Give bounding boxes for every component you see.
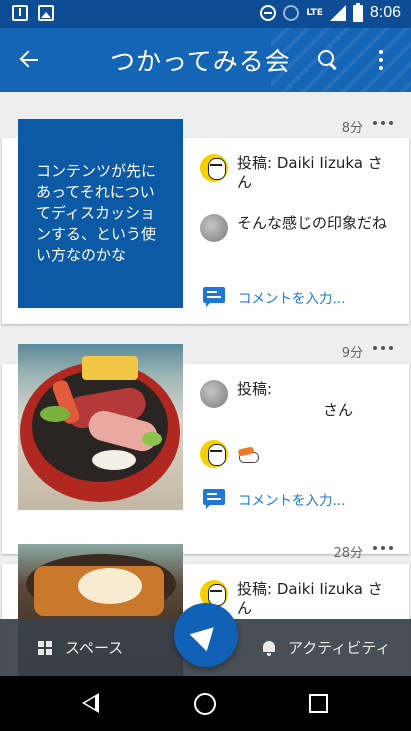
clock: 8:06: [369, 4, 401, 21]
avatar[interactable]: [200, 214, 228, 242]
comment-item: 投稿: Daiki Iizuka さん: [200, 154, 395, 192]
comment-placeholder[interactable]: コメントを入力...: [238, 489, 345, 509]
spaces-tab[interactable]: スペース: [38, 637, 123, 658]
comment-icon: [203, 489, 225, 509]
search-icon[interactable]: [316, 48, 340, 72]
post-more-icon[interactable]: [373, 346, 393, 352]
more-vert-icon[interactable]: [372, 48, 390, 72]
image-icon: [38, 5, 54, 21]
sushi-icon: [237, 446, 259, 463]
page-title: つかってみる会: [110, 47, 291, 76]
avatar[interactable]: [200, 380, 228, 408]
nav-back-icon[interactable]: [82, 693, 99, 713]
battery-icon: [352, 2, 363, 22]
post-thumbnail[interactable]: コンテンツが先にあってそれについてディスカッションする、という使い方なのかな: [18, 119, 183, 308]
post-item: 9分 投稿: さん コメントを入力...: [0, 322, 411, 554]
spaces-label: スペース: [65, 639, 124, 657]
send-icon: [189, 618, 223, 652]
comment-input[interactable]: コメントを入力...: [203, 287, 345, 307]
system-nav-bar: [0, 676, 411, 731]
alarm-icon: [283, 5, 300, 21]
avatar[interactable]: [200, 440, 228, 468]
comment-text: 投稿: さん: [237, 380, 354, 419]
comment-author[interactable]: Daiki Iizuka: [277, 580, 363, 598]
comment-text: 投稿: Daiki Iizuka さん: [237, 154, 383, 191]
activity-tab[interactable]: アクティビティ: [262, 637, 390, 658]
comment-item: 投稿: さん: [200, 380, 395, 420]
network-type: LTE: [306, 7, 323, 18]
send-button[interactable]: [174, 603, 238, 667]
download-icon: [12, 5, 28, 21]
post-more-icon[interactable]: [373, 121, 393, 127]
nav-recents-icon[interactable]: [309, 694, 328, 713]
grid-icon: [38, 640, 52, 655]
comment-placeholder[interactable]: コメントを入力...: [238, 287, 345, 307]
comment-item: そんな感じの印象だね: [200, 214, 395, 242]
comment-input[interactable]: コメントを入力...: [203, 489, 345, 509]
bell-icon: [262, 640, 276, 656]
comment-text: 投稿: Daiki Iizuka さん: [237, 580, 383, 617]
post-time: 8分: [341, 121, 363, 136]
post-photo[interactable]: [18, 344, 183, 510]
comment-icon: [203, 287, 225, 307]
arrow-back-icon[interactable]: [16, 46, 44, 74]
appbar-decoration: [271, 28, 411, 92]
status-bar: LTE 8:06: [0, 0, 411, 28]
nav-home-icon[interactable]: [194, 693, 216, 715]
post-item: 8分 コンテンツが先にあってそれについてディスカッションする、という使い方なのか…: [0, 92, 411, 332]
post-time: 9分: [341, 346, 363, 361]
comment-author[interactable]: Daiki Iizuka: [277, 154, 363, 172]
comment-text: そんな感じの印象だね: [237, 214, 388, 232]
post-feed[interactable]: 8分 コンテンツが先にあってそれについてディスカッションする、という使い方なのか…: [0, 92, 411, 676]
avatar[interactable]: [200, 154, 228, 182]
dnd-icon: [260, 5, 277, 21]
thumbnail-text: コンテンツが先にあってそれについてディスカッションする、という使い方なのかな: [36, 162, 157, 264]
post-time: 28分: [333, 546, 363, 561]
post-more-icon[interactable]: [373, 546, 393, 552]
app-bar: つかってみる会: [0, 28, 411, 92]
activity-label: アクティビティ: [288, 639, 391, 657]
comment-item: [200, 440, 395, 468]
signal-icon: [329, 5, 346, 21]
